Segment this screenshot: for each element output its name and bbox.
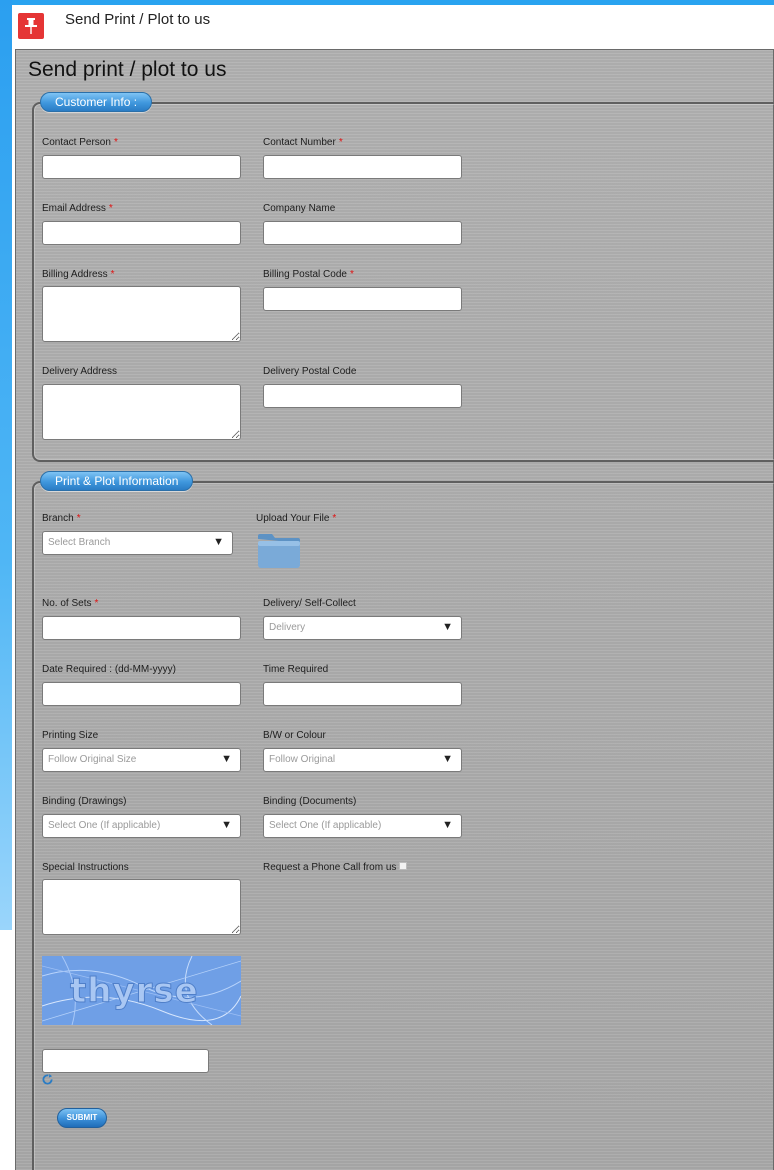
printing-size-label: Printing Size	[42, 730, 99, 741]
email-input[interactable]	[42, 221, 241, 245]
binding-drawings-label: Binding (Drawings)	[42, 796, 127, 807]
sets-input[interactable]	[42, 616, 241, 640]
binding-drawings-select[interactable]: Select One (If applicable) ▼	[42, 814, 241, 838]
special-instructions-textarea[interactable]	[42, 879, 241, 935]
window-left-accent	[0, 0, 12, 930]
email-label: Email Address *	[42, 203, 113, 214]
binding-documents-value: Select One (If applicable)	[269, 820, 382, 831]
form-panel: Send print / plot to us Customer Info : …	[15, 49, 774, 1170]
printing-size-value: Follow Original Size	[48, 754, 137, 765]
branch-select-value: Select Branch	[48, 537, 111, 548]
delivery-postal-input[interactable]	[263, 384, 462, 408]
print-plot-legend: Print & Plot Information	[40, 471, 194, 491]
binding-drawings-value: Select One (If applicable)	[48, 820, 161, 831]
dropdown-arrow-icon: ▼	[442, 819, 453, 831]
date-required-input[interactable]	[42, 682, 241, 706]
billing-postal-input[interactable]	[263, 287, 462, 311]
phone-call-label: Request a Phone Call from us	[263, 862, 397, 873]
delivery-mode-value: Delivery	[269, 622, 306, 633]
delivery-address-textarea[interactable]	[42, 384, 241, 440]
titlebar: Send Print / Plot to us	[12, 5, 774, 49]
billing-postal-label: Billing Postal Code *	[263, 269, 354, 280]
captcha-text: thyrse	[70, 971, 199, 1011]
dropdown-arrow-icon: ▼	[442, 621, 453, 633]
billing-address-textarea[interactable]	[42, 286, 241, 342]
pin-icon	[25, 18, 37, 34]
sets-label: No. of Sets *	[42, 598, 99, 609]
binding-documents-label: Binding (Documents)	[263, 796, 357, 807]
delivery-mode-select[interactable]: Delivery ▼	[263, 616, 462, 640]
contact-number-label: Contact Number *	[263, 137, 343, 148]
printing-size-select[interactable]: Follow Original Size ▼	[42, 748, 241, 772]
company-input[interactable]	[263, 221, 462, 245]
billing-address-label: Billing Address *	[42, 269, 115, 280]
dropdown-arrow-icon: ▼	[442, 753, 453, 765]
time-required-label: Time Required	[263, 664, 329, 675]
pin-button[interactable]	[18, 13, 44, 39]
colour-value: Follow Original	[269, 754, 336, 765]
delivery-address-label: Delivery Address	[42, 366, 118, 377]
dropdown-arrow-icon: ▼	[221, 753, 232, 765]
customer-info-legend: Customer Info :	[40, 92, 153, 112]
window-title: Send Print / Plot to us	[65, 11, 211, 28]
colour-label: B/W or Colour	[263, 730, 326, 741]
delivery-mode-label: Delivery/ Self-Collect	[263, 598, 356, 609]
time-required-input[interactable]	[263, 682, 462, 706]
submit-button[interactable]: SUBMIT	[57, 1108, 107, 1128]
folder-icon[interactable]	[257, 533, 301, 569]
phone-call-checkbox[interactable]	[399, 862, 407, 870]
captcha-image: thyrse	[42, 956, 241, 1025]
page-title: Send print / plot to us	[28, 58, 227, 81]
delivery-postal-label: Delivery Postal Code	[263, 366, 357, 377]
captcha-noise: thyrse	[42, 956, 241, 1025]
upload-label: Upload Your File *	[256, 513, 337, 524]
captcha-input[interactable]	[42, 1049, 209, 1073]
company-label: Company Name	[263, 203, 336, 214]
special-instructions-label: Special Instructions	[42, 862, 129, 873]
customer-info-section: Customer Info : Contact Person * Contact …	[32, 92, 774, 462]
branch-select[interactable]: Select Branch ▼	[42, 531, 233, 555]
branch-label: Branch *	[42, 513, 81, 524]
print-plot-section: Print & Plot Information Branch * Select …	[32, 471, 774, 1170]
date-required-label: Date Required : (dd-MM-yyyy)	[42, 664, 176, 675]
contact-person-input[interactable]	[42, 155, 241, 179]
binding-documents-select[interactable]: Select One (If applicable) ▼	[263, 814, 462, 838]
dropdown-arrow-icon: ▼	[221, 819, 232, 831]
refresh-icon[interactable]	[42, 1074, 53, 1085]
dropdown-arrow-icon: ▼	[213, 536, 224, 548]
contact-person-label: Contact Person *	[42, 137, 118, 148]
colour-select[interactable]: Follow Original ▼	[263, 748, 462, 772]
contact-number-input[interactable]	[263, 155, 462, 179]
